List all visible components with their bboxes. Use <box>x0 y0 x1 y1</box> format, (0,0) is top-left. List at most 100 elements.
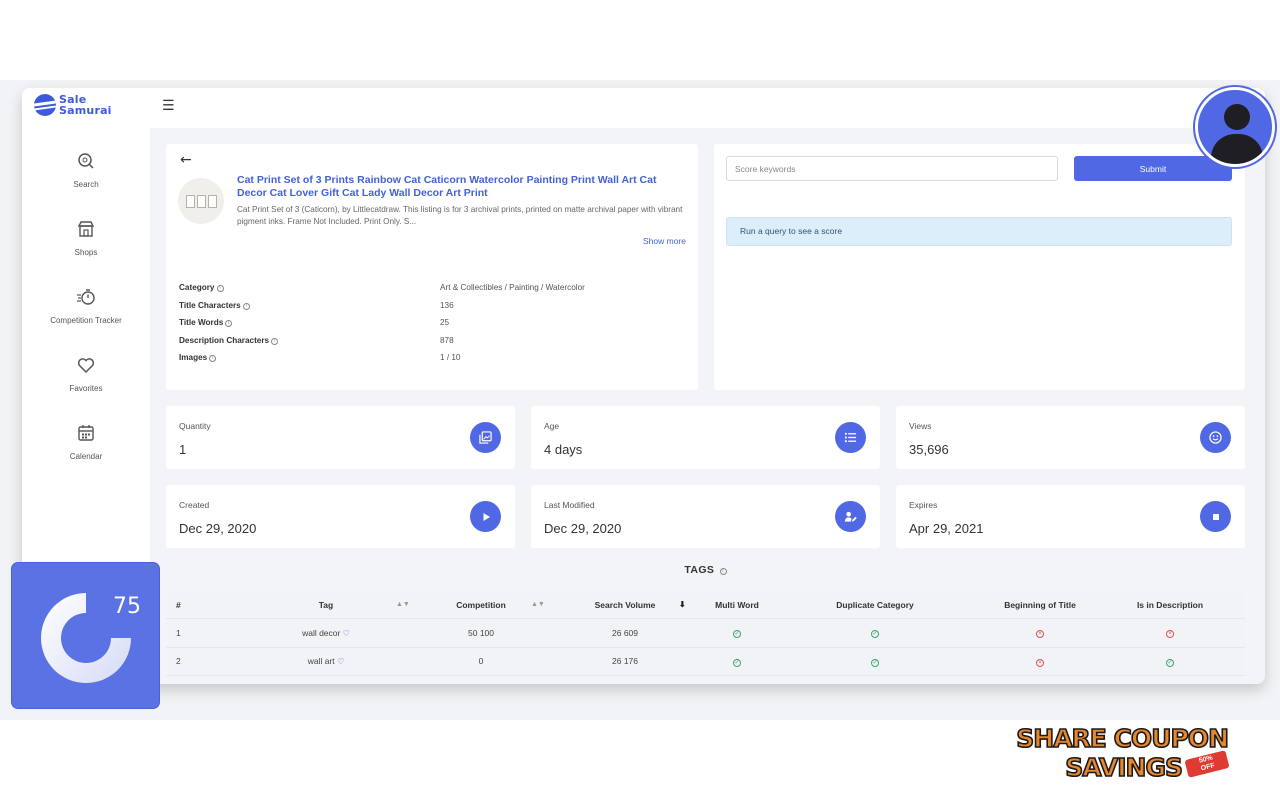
info-icon[interactable]: i <box>225 320 233 328</box>
promo-watermark: SHARE COUPON SAVINGS 50% OFF <box>1015 723 1230 783</box>
sort-desc-icon[interactable]: ⬇ <box>679 600 709 609</box>
score-keywords-input[interactable] <box>726 156 1058 181</box>
heart-icon[interactable]: ♡ <box>337 657 344 666</box>
column-header-multi-word: Multi Word <box>715 599 759 610</box>
cell-search-volume: 26 609 <box>612 627 638 638</box>
column-header-is-in-description: Is in Description <box>1136 599 1204 610</box>
menu-toggle-icon[interactable]: ☰ <box>162 98 175 114</box>
attribute-key: Description Characters i <box>179 336 440 345</box>
attribute-key: Category i <box>179 283 440 293</box>
listing-card: ← Cat Print Set of 3 Prints Rainbow Cat … <box>166 144 698 390</box>
attribute-row-images: Images i 1 / 10 <box>179 349 619 367</box>
score-badge: 75 <box>11 562 160 709</box>
stat-label: Created <box>179 500 210 510</box>
cell-multi-word: ✓ <box>709 656 765 667</box>
stat-label: Age <box>544 421 560 431</box>
table-row: 1 wall decor ♡ 50 100 26 609 ✓ ✓ × × <box>166 619 1245 648</box>
stat-card-expires: Expires Apr 29, 2021 <box>896 485 1245 548</box>
logo-line2: Samurai <box>59 104 112 117</box>
show-more-link[interactable]: Show more <box>643 236 686 246</box>
heart-icon[interactable]: ♡ <box>343 629 350 638</box>
cell-duplicate-category: ✓ <box>765 656 985 667</box>
stat-value: 4 days <box>544 442 583 457</box>
attribute-value: 1 / 10 <box>440 353 461 363</box>
submit-button[interactable]: Submit <box>1074 156 1232 181</box>
sidebar-item-label: Search <box>73 180 99 189</box>
list-icon <box>835 422 866 453</box>
back-arrow-icon[interactable]: ← <box>180 152 192 168</box>
score-ring-icon <box>41 593 131 683</box>
score-value: 75 <box>113 594 141 619</box>
info-icon[interactable]: i <box>242 302 250 310</box>
check-circle-icon: ✓ <box>733 630 741 639</box>
sort-icon[interactable]: ▲▼ <box>396 601 431 608</box>
heart-icon <box>77 358 95 374</box>
attribute-key: Images i <box>179 353 440 363</box>
column-header-duplicate-category: Duplicate Category <box>836 599 914 610</box>
user-body-shape <box>1211 134 1263 164</box>
info-icon[interactable]: i <box>271 337 279 345</box>
sidebar-item-search[interactable]: Search <box>22 151 150 189</box>
column-header-number[interactable]: # <box>166 600 256 610</box>
attribute-key: Title Characters i <box>179 301 440 310</box>
column-header-competition[interactable]: Competition <box>431 600 531 610</box>
table-header-row: # Tag ▲▼ Competition ▲▼ Search Volume ⬇ … <box>166 591 1245 619</box>
top-bar: Sale Samurai ☰ <box>22 88 1265 128</box>
stat-label: Views <box>909 421 932 431</box>
stat-value: 1 <box>179 442 187 457</box>
cross-circle-icon: × <box>1036 658 1044 667</box>
check-circle-icon: ✓ <box>871 658 879 667</box>
user-edit-icon <box>835 501 866 532</box>
sidebar-item-label: Competition Tracker <box>50 316 122 325</box>
cell-search-volume: 26 176 <box>612 656 638 667</box>
check-circle-icon: ✓ <box>733 658 741 667</box>
attribute-value: 25 <box>440 318 450 328</box>
cross-circle-icon: × <box>1166 630 1174 639</box>
check-circle-icon: ✓ <box>871 630 879 639</box>
sidebar-item-calendar[interactable]: Calendar <box>22 423 150 461</box>
check-circle-icon: ✓ <box>1166 658 1174 667</box>
table-row: 2 wall art ♡ 0 26 176 ✓ ✓ × ✓ <box>166 647 1245 676</box>
stat-value: Dec 29, 2020 <box>544 521 622 536</box>
cell-is-in-description: × <box>1095 627 1245 639</box>
stat-label: Expires <box>909 500 938 510</box>
sort-icon[interactable]: ▲▼ <box>531 601 571 608</box>
cell-beginning-of-title: × <box>985 656 1095 667</box>
column-header-search-volume[interactable]: Search Volume <box>571 600 679 610</box>
cell-competition: 50 100 <box>468 627 494 638</box>
stat-value: Dec 29, 2020 <box>179 521 257 536</box>
attribute-row-title-characters: Title Characters i 136 <box>179 297 619 315</box>
sidebar-item-shops[interactable]: Shops <box>22 219 150 257</box>
score-card: Submit Run a query to see a score <box>714 144 1245 390</box>
stopwatch-icon <box>77 289 95 305</box>
cell-number: 1 <box>176 627 181 638</box>
tags-title: TAGS i <box>166 564 1245 576</box>
attribute-value: 136 <box>440 300 454 310</box>
images-icon <box>470 422 501 453</box>
stat-card-views: Views 35,696 <box>896 406 1245 469</box>
tags-table: # Tag ▲▼ Competition ▲▼ Search Volume ⬇ … <box>166 591 1245 676</box>
info-icon[interactable]: i <box>719 568 727 575</box>
sidebar-item-competition-tracker[interactable]: Competition Tracker <box>22 287 150 325</box>
stat-card-last-modified: Last Modified Dec 29, 2020 <box>531 485 880 548</box>
promo-line1: SHARE COUPON <box>1015 723 1229 754</box>
discount-tag-icon: 50% OFF <box>1184 750 1230 778</box>
attribute-value: 878 <box>440 335 454 345</box>
listing-title[interactable]: Cat Print Set of 3 Prints Rainbow Cat Ca… <box>237 174 689 200</box>
logo[interactable]: Sale Samurai <box>34 94 112 116</box>
user-avatar[interactable] <box>1195 87 1275 167</box>
stat-label: Last Modified <box>544 500 595 510</box>
sidebar-item-label: Shops <box>74 248 98 257</box>
cell-duplicate-category: ✓ <box>765 627 985 639</box>
sidebar-item-favorites[interactable]: Favorites <box>22 355 150 393</box>
listing-attributes: Category i Art & Collectibles / Painting … <box>179 279 619 367</box>
listing-thumbnail[interactable] <box>178 178 224 224</box>
stat-value: 35,696 <box>909 442 949 457</box>
info-icon[interactable]: i <box>209 355 217 363</box>
stat-card-age: Age 4 days <box>531 406 880 469</box>
info-icon[interactable]: i <box>216 285 224 293</box>
cell-tag: wall decor ♡ <box>302 627 350 638</box>
column-header-tag[interactable]: Tag <box>256 600 396 610</box>
attribute-value: Art & Collectibles / Painting / Watercol… <box>440 283 585 293</box>
logo-mark-icon <box>34 94 56 116</box>
